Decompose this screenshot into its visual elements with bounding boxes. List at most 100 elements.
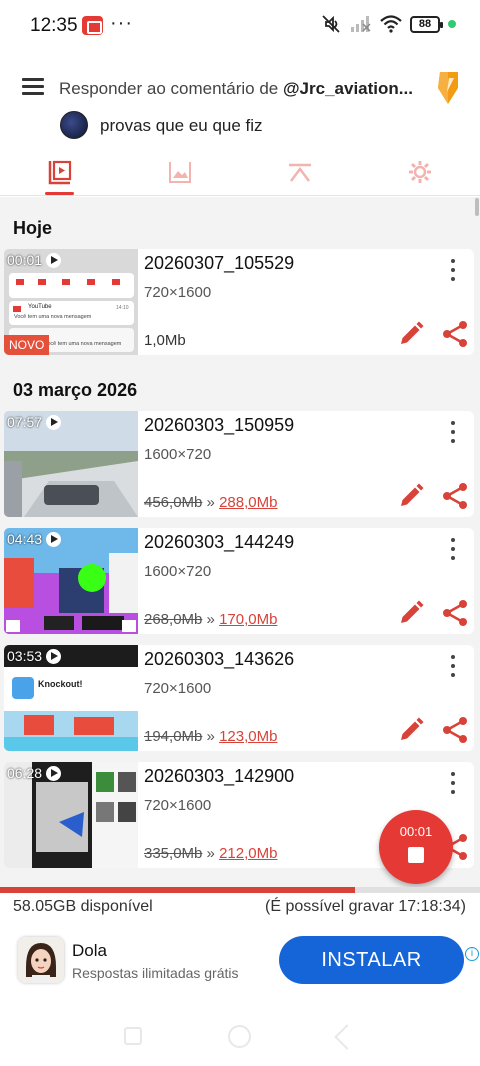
video-size: 456,0Mb » 288,0Mb: [144, 494, 277, 511]
scrollbar[interactable]: [475, 198, 479, 216]
thumb-title: Knockout!: [38, 679, 83, 689]
video-filename: 20260303_144249: [144, 532, 295, 552]
video-resolution: 720×1600: [144, 797, 212, 814]
video-list[interactable]: Hoje YouTube 14:10 Você tem uma nova men…: [0, 197, 480, 887]
ad-banner[interactable]: Dola Respostas ilimitadas grátis INSTALA…: [0, 925, 480, 1000]
reply-title-prefix: Responder ao comentário de: [59, 79, 283, 98]
size-arrow: »: [206, 845, 215, 862]
compressed-size[interactable]: 170,0Mb: [219, 611, 277, 628]
stop-icon: [408, 847, 424, 863]
video-card[interactable]: YouTube 14:10 Você tem uma nova mensagem…: [4, 249, 474, 355]
ad-app-icon[interactable]: [18, 937, 64, 983]
privacy-indicator-icon: [448, 20, 456, 28]
back-button[interactable]: [334, 1024, 360, 1050]
video-thumbnail[interactable]: YouTube 14:10 Você tem uma nova mensagem…: [4, 249, 138, 355]
more-options-icon[interactable]: [446, 421, 460, 443]
reply-comment-text: provas que eu que fiz: [100, 116, 263, 135]
section-title-date: 03 março 2026: [13, 380, 138, 400]
video-thumbnail[interactable]: 06:28: [4, 762, 138, 868]
share-icon[interactable]: [441, 716, 469, 744]
ad-info-icon[interactable]: i: [465, 947, 479, 961]
compressed-size[interactable]: 212,0Mb: [219, 845, 277, 862]
video-thumbnail[interactable]: Knockout! 03:53: [4, 645, 138, 751]
home-button[interactable]: [228, 1025, 251, 1048]
video-filename: 20260307_105529: [144, 253, 295, 273]
storage-progress-bar: [0, 887, 480, 893]
reply-title-user: @Jrc_aviation...: [282, 79, 413, 98]
more-notifications-icon: ···: [110, 12, 133, 34]
signal-icon: [351, 16, 371, 32]
edit-icon[interactable]: [398, 483, 424, 509]
system-nav-bar: [0, 1000, 480, 1066]
size-arrow: »: [206, 494, 215, 511]
duration-label: 07:57: [7, 414, 62, 430]
more-options-icon[interactable]: [446, 772, 460, 794]
ad-app-name: Dola: [72, 941, 107, 960]
share-icon[interactable]: [441, 482, 469, 510]
video-card[interactable]: 07:57 20260303_150959 1600×720 456,0Mb »…: [4, 411, 474, 517]
duration-label: 00:01: [7, 252, 62, 268]
storage-progress-fill: [0, 887, 356, 893]
video-card[interactable]: 04:43 20260303_144249 1600×720 268,0Mb »…: [4, 528, 474, 634]
video-card[interactable]: Knockout! 03:53 20260303_143626 720×1600…: [4, 645, 474, 751]
video-thumbnail[interactable]: 04:43: [4, 528, 138, 634]
play-icon: [46, 252, 62, 268]
duration-label: 06:28: [7, 765, 62, 781]
status-icons: 88: [320, 14, 456, 34]
mute-icon: [322, 15, 340, 33]
compressed-size[interactable]: 123,0Mb: [219, 728, 277, 745]
duration-text: 00:01: [7, 252, 43, 268]
more-options-icon[interactable]: [446, 259, 460, 281]
duration-text: 03:53: [7, 648, 43, 664]
duration-label: 03:53: [7, 648, 62, 664]
new-badge: NOVO: [4, 335, 50, 355]
share-icon[interactable]: [441, 320, 469, 348]
video-size: 268,0Mb » 170,0Mb: [144, 611, 277, 628]
original-size: 335,0Mb: [144, 845, 203, 862]
tab-bar: [0, 148, 480, 196]
more-options-icon[interactable]: [446, 655, 460, 677]
avatar: [60, 111, 88, 139]
duration-text: 06:28: [7, 765, 43, 781]
video-resolution: 1600×720: [144, 446, 212, 463]
original-size: 194,0Mb: [144, 728, 203, 745]
dola-avatar-icon: [18, 937, 64, 983]
recordable-time: (É possível gravar 17:18:34): [265, 898, 466, 915]
thumb-notif-app: YouTube: [28, 304, 52, 310]
video-filename: 20260303_150959: [144, 415, 295, 435]
tab-tools[interactable]: [270, 148, 330, 195]
video-size-value: 1,0Mb: [144, 332, 186, 349]
tab-settings[interactable]: [390, 148, 450, 195]
edit-icon[interactable]: [398, 600, 424, 626]
video-resolution: 1600×720: [144, 563, 212, 580]
video-file-icon: [48, 160, 72, 184]
wifi-icon: [380, 15, 402, 33]
original-size: 456,0Mb: [144, 494, 203, 511]
install-button[interactable]: INSTALAR: [279, 936, 464, 984]
stop-recording-button[interactable]: 00:01: [379, 810, 453, 884]
video-size: 194,0Mb » 123,0Mb: [144, 728, 277, 745]
badge-icon[interactable]: [434, 70, 462, 106]
menu-icon[interactable]: [22, 78, 44, 96]
screen-recorder-icon: [82, 16, 103, 35]
tab-videos[interactable]: [30, 148, 90, 195]
video-size: 335,0Mb » 212,0Mb: [144, 845, 277, 862]
duration-label: 04:43: [7, 531, 62, 547]
size-arrow: »: [206, 611, 215, 628]
duration-text: 07:57: [7, 414, 43, 430]
reply-header: Responder ao comentário de @Jrc_aviation…: [0, 60, 480, 150]
play-icon: [46, 765, 62, 781]
compressed-size[interactable]: 288,0Mb: [219, 494, 277, 511]
video-size: 1,0Mb: [144, 332, 186, 349]
edit-icon[interactable]: [398, 717, 424, 743]
recent-apps-button[interactable]: [124, 1027, 142, 1045]
video-thumbnail[interactable]: 07:57: [4, 411, 138, 517]
active-tab-indicator: [45, 192, 74, 195]
edit-icon[interactable]: [398, 321, 424, 347]
tab-images[interactable]: [150, 148, 210, 195]
play-icon: [46, 531, 62, 547]
thumb-notif2-msg: Você tem uma nova mensagem: [44, 341, 122, 347]
thumb-notif-msg: Você tem uma nova mensagem: [14, 314, 92, 320]
more-options-icon[interactable]: [446, 538, 460, 560]
share-icon[interactable]: [441, 599, 469, 627]
